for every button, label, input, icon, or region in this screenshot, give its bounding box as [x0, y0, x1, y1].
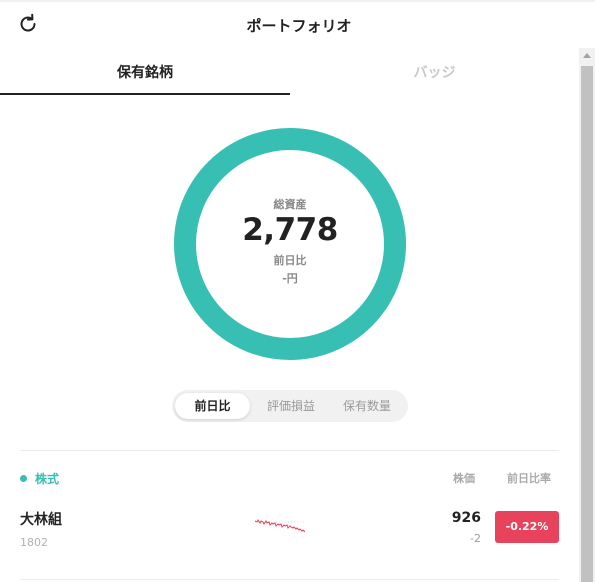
tab-badges[interactable]: バッジ	[290, 48, 579, 95]
column-header-day-rate: 前日比率	[507, 472, 551, 485]
stock-code: 1802	[20, 536, 48, 549]
toggle-unrealized-pl[interactable]: 評価損益	[254, 393, 328, 419]
section-dot-icon	[20, 475, 27, 482]
toggle-day-change[interactable]: 前日比	[175, 393, 250, 419]
day-change-label: 前日比	[273, 254, 307, 267]
scrollbar[interactable]	[579, 48, 595, 582]
section-title: 株式	[35, 472, 60, 486]
tab-holdings[interactable]: 保有銘柄	[0, 48, 290, 95]
toggle-quantity[interactable]: 保有数量	[330, 393, 404, 419]
day-change-rate-badge[interactable]: -0.22%	[495, 511, 559, 543]
donut-center: 総資産 2,778 前日比 -円	[174, 128, 406, 360]
view-mode-toggle: 前日比 評価損益 保有数量	[172, 390, 408, 422]
total-assets-value: 2,778	[242, 212, 338, 248]
column-header-price: 株価	[453, 472, 475, 485]
divider	[20, 579, 559, 580]
app-header: ポートフォリオ	[0, 2, 578, 48]
day-change-value: -円	[282, 272, 298, 285]
tab-bar: 保有銘柄 バッジ	[0, 48, 579, 95]
page-title: ポートフォリオ	[246, 17, 352, 35]
divider	[20, 450, 559, 451]
stocks-section-header: 株式 株価 前日比率	[20, 470, 559, 488]
scrollbar-thumb[interactable]	[581, 66, 593, 582]
stock-name: 大林組	[20, 512, 62, 528]
stock-price: 926	[451, 510, 481, 526]
stock-price-change: -2	[470, 532, 481, 545]
holding-row[interactable]: 大林組 1802 926 -2 -0.22%	[20, 505, 559, 555]
scroll-up-arrow-icon[interactable]	[579, 51, 595, 61]
total-assets-label: 総資産	[273, 198, 307, 211]
sparkline-chart	[255, 519, 305, 533]
